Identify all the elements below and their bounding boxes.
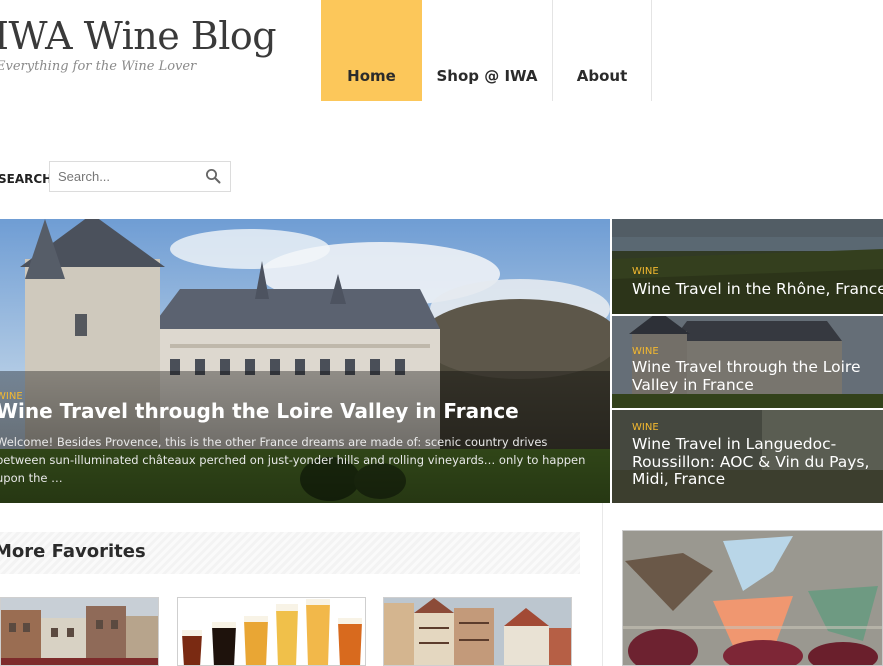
- site-tagline: Everything for the Wine Lover: [0, 59, 197, 74]
- site-title[interactable]: IWA Wine Blog: [0, 14, 277, 58]
- sidebar-ad-image[interactable]: [622, 530, 883, 666]
- side-category[interactable]: WINE: [632, 422, 659, 433]
- nav-shop[interactable]: Shop @ IWA: [422, 0, 553, 101]
- alsace-town-image: [384, 598, 571, 665]
- nav-about[interactable]: About: [553, 0, 652, 101]
- main-headline[interactable]: Wine Travel through the Loire Valley in …: [0, 399, 519, 423]
- napkins-glasses-image: [623, 531, 882, 665]
- favorites-title: More Favorites: [0, 541, 146, 562]
- search-icon[interactable]: [205, 168, 221, 184]
- side-category[interactable]: WINE: [632, 266, 659, 277]
- favorite-thumb[interactable]: [0, 597, 159, 666]
- nav-home[interactable]: Home: [321, 0, 422, 101]
- side-category[interactable]: WINE: [632, 346, 659, 357]
- favorite-thumb[interactable]: [177, 597, 366, 666]
- main-nav: Home Shop @ IWA About: [321, 0, 652, 101]
- side-headline: Wine Travel in Languedoc- Roussillon: AO…: [632, 435, 870, 488]
- column-divider: [602, 503, 603, 666]
- main-excerpt: Welcome! Besides Provence, this is the o…: [0, 435, 586, 485]
- beer-glasses-image: [178, 598, 365, 665]
- search-box: [49, 161, 231, 192]
- side-slide-loire[interactable]: WINE Wine Travel through the Loire Valle…: [612, 316, 883, 408]
- featured-slide[interactable]: WINE Wine Travel through the Loire Valle…: [0, 219, 610, 503]
- side-headline: Wine Travel in the Rhône, France: [632, 280, 883, 298]
- favorite-thumb[interactable]: [383, 597, 572, 666]
- search-label: SEARCH: [0, 172, 53, 186]
- side-slide-rhone[interactable]: WINE Wine Travel in the Rhône, France: [612, 219, 883, 314]
- side-headline: Wine Travel through the Loire Valley in …: [632, 358, 861, 394]
- town-image: [1, 598, 158, 665]
- search-input[interactable]: [50, 162, 198, 191]
- side-slide-languedoc[interactable]: WINE Wine Travel in Languedoc- Roussillo…: [612, 410, 883, 503]
